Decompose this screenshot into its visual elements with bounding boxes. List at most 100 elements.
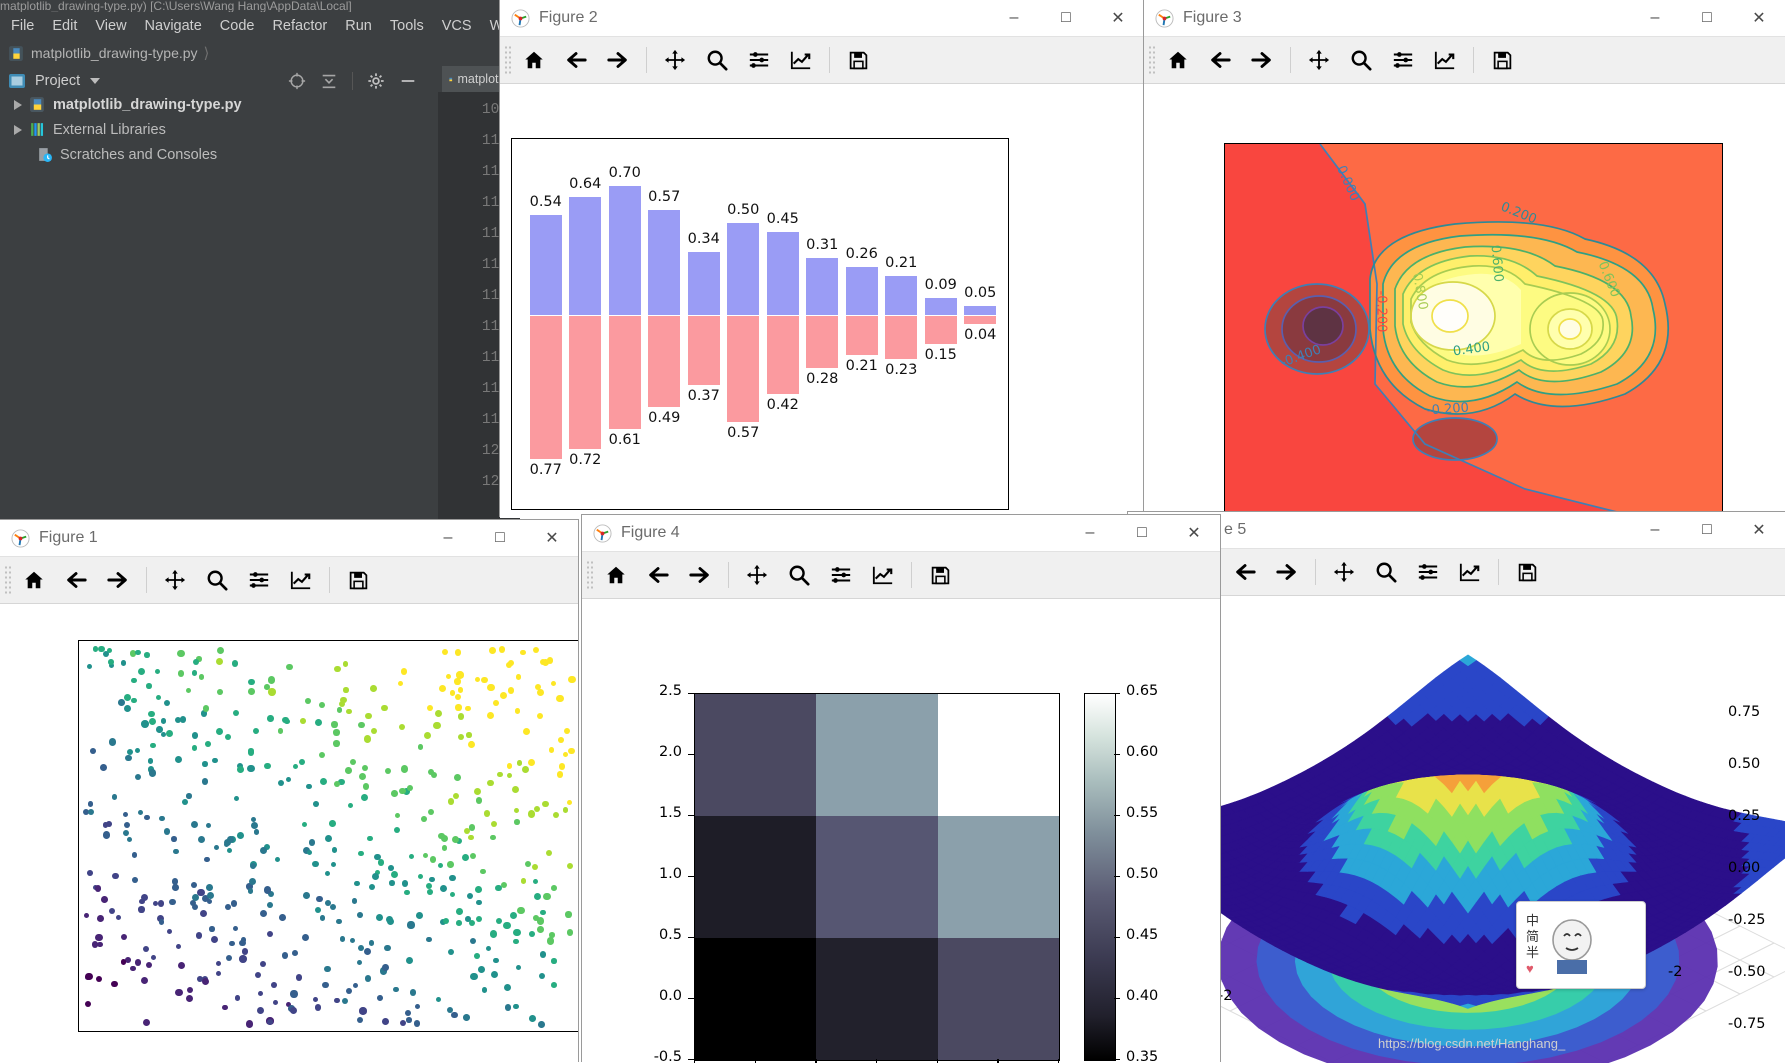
scatter-point [247, 749, 255, 756]
figure-1-titlebar[interactable]: Figure 1 ‒ □ ✕ [0, 520, 578, 556]
bar-upper [569, 196, 602, 316]
configure-subplots-icon[interactable] [1382, 40, 1424, 80]
zoom-icon[interactable] [1340, 40, 1382, 80]
maximize-button[interactable]: □ [1681, 0, 1733, 36]
save-icon[interactable] [337, 560, 379, 600]
figure-1-canvas[interactable] [0, 604, 578, 1063]
forward-arrow-icon[interactable] [597, 40, 639, 80]
pan-icon[interactable] [1298, 40, 1340, 80]
home-icon[interactable] [1157, 40, 1199, 80]
configure-subplots-icon[interactable] [738, 40, 780, 80]
edit-axis-icon[interactable] [1449, 552, 1491, 592]
save-icon[interactable] [837, 40, 879, 80]
back-arrow-icon[interactable] [1199, 40, 1241, 80]
forward-arrow-icon[interactable] [679, 555, 721, 595]
menu-tools[interactable]: Tools [381, 18, 433, 34]
forward-arrow-icon[interactable] [97, 560, 139, 600]
figure-2-titlebar[interactable]: Figure 2 ‒ □ ✕ [500, 0, 1144, 36]
watermark-text: https://blog.csdn.net/Hanghang_ [1378, 1036, 1566, 1051]
bar-lower [885, 316, 918, 359]
scatter-point [377, 994, 383, 1001]
close-button[interactable]: ✕ [1168, 515, 1220, 551]
figure-4-titlebar[interactable]: Figure 4 ‒ □ ✕ [582, 515, 1220, 551]
edit-axis-icon[interactable] [1424, 40, 1466, 80]
minimize-button[interactable]: ‒ [422, 520, 474, 556]
toolbar-grip[interactable] [4, 565, 13, 595]
zoom-icon[interactable] [1365, 552, 1407, 592]
zoom-icon[interactable] [696, 40, 738, 80]
minimize-button[interactable]: ‒ [1064, 515, 1116, 551]
maximize-button[interactable]: □ [1116, 515, 1168, 551]
save-icon[interactable] [1481, 40, 1523, 80]
configure-subplots-icon[interactable] [238, 560, 280, 600]
menu-run[interactable]: Run [336, 18, 381, 34]
home-icon[interactable] [13, 560, 55, 600]
bar-value-label-upper: 0.70 [608, 164, 641, 181]
tree-item-scratches[interactable]: Scratches and Consoles [36, 146, 217, 163]
save-icon[interactable] [1506, 552, 1548, 592]
home-icon[interactable] [513, 40, 555, 80]
scatter-point [566, 862, 574, 869]
figure-2-canvas[interactable]: 0.54 0.77 0.64 0.72 0.70 0.61 0.57 0.49 0.34 0.37… [500, 84, 1144, 518]
close-button[interactable]: ✕ [1092, 0, 1144, 36]
edit-axis-icon[interactable] [280, 560, 322, 600]
menu-vcs[interactable]: VCS [433, 18, 481, 34]
figure-3-titlebar[interactable]: Figure 3 ‒ □ ✕ [1144, 0, 1785, 36]
pan-icon[interactable] [154, 560, 196, 600]
edit-axis-icon[interactable] [780, 40, 822, 80]
toolbar-grip[interactable] [504, 45, 513, 75]
close-button[interactable]: ✕ [1733, 512, 1785, 548]
pan-icon[interactable] [654, 40, 696, 80]
minimize-panel-icon[interactable] [399, 72, 417, 90]
scatter-point [357, 959, 363, 965]
menu-refactor[interactable]: Refactor [263, 18, 336, 34]
minimize-button[interactable]: ‒ [988, 0, 1040, 36]
scatter-point [229, 940, 235, 947]
maximize-button[interactable]: □ [1040, 0, 1092, 36]
tree-item-external-libraries[interactable]: External Libraries [14, 121, 166, 138]
save-icon[interactable] [919, 555, 961, 595]
menu-view[interactable]: View [86, 18, 135, 34]
scatter-point [216, 971, 222, 977]
maximize-button[interactable]: □ [1681, 512, 1733, 548]
zoom-icon[interactable] [778, 555, 820, 595]
menu-edit[interactable]: Edit [43, 18, 86, 34]
chevron-down-icon[interactable] [90, 78, 101, 84]
back-arrow-icon[interactable] [1224, 552, 1266, 592]
menu-code[interactable]: Code [211, 18, 264, 34]
figure-4-canvas[interactable]: 2.52.01.51.00.50.0-0.5-0.50.00.51.01.52.… [582, 599, 1220, 1063]
back-arrow-icon[interactable] [55, 560, 97, 600]
menu-navigate[interactable]: Navigate [136, 18, 211, 34]
minimize-button[interactable]: ‒ [1629, 512, 1681, 548]
zoom-icon[interactable] [196, 560, 238, 600]
maximize-button[interactable]: □ [474, 520, 526, 556]
close-button[interactable]: ✕ [1733, 0, 1785, 36]
menu-file[interactable]: File [2, 18, 43, 34]
figure-3-canvas[interactable]: 0.000 0.200 -0.200 -0.400 0.400 0.600 0.… [1144, 84, 1785, 518]
forward-arrow-icon[interactable] [1266, 552, 1308, 592]
scatter-point [141, 720, 149, 728]
configure-subplots-icon[interactable] [820, 555, 862, 595]
home-icon[interactable] [595, 555, 637, 595]
tool-window-tab-project[interactable]: 1: Project [0, 88, 16, 198]
back-arrow-icon[interactable] [637, 555, 679, 595]
back-arrow-icon[interactable] [555, 40, 597, 80]
configure-subplots-icon[interactable] [1407, 552, 1449, 592]
forward-arrow-icon[interactable] [1241, 40, 1283, 80]
edit-axis-icon[interactable] [862, 555, 904, 595]
figure-5-titlebar[interactable]: e 5 ‒ □ ✕ [1128, 512, 1785, 548]
scatter-point [525, 860, 532, 867]
tree-item-python-file[interactable]: matplotlib_drawing-type.py [14, 96, 242, 113]
minimize-button[interactable]: ‒ [1629, 0, 1681, 36]
pan-icon[interactable] [736, 555, 778, 595]
close-button[interactable]: ✕ [526, 520, 578, 556]
locate-icon[interactable] [288, 72, 306, 90]
breadcrumb-file[interactable]: matplotlib_drawing-type.py [31, 45, 198, 61]
pan-icon[interactable] [1323, 552, 1365, 592]
gear-icon[interactable] [367, 72, 385, 90]
scatter-point [87, 801, 94, 808]
collapse-all-icon[interactable] [320, 72, 338, 90]
toolbar-grip[interactable] [586, 560, 595, 590]
figure-5-canvas[interactable]: 0.750.500.250.00-0.25-0.50-0.75-4-2-4-2 … [1128, 596, 1785, 1063]
toolbar-grip[interactable] [1148, 45, 1157, 75]
